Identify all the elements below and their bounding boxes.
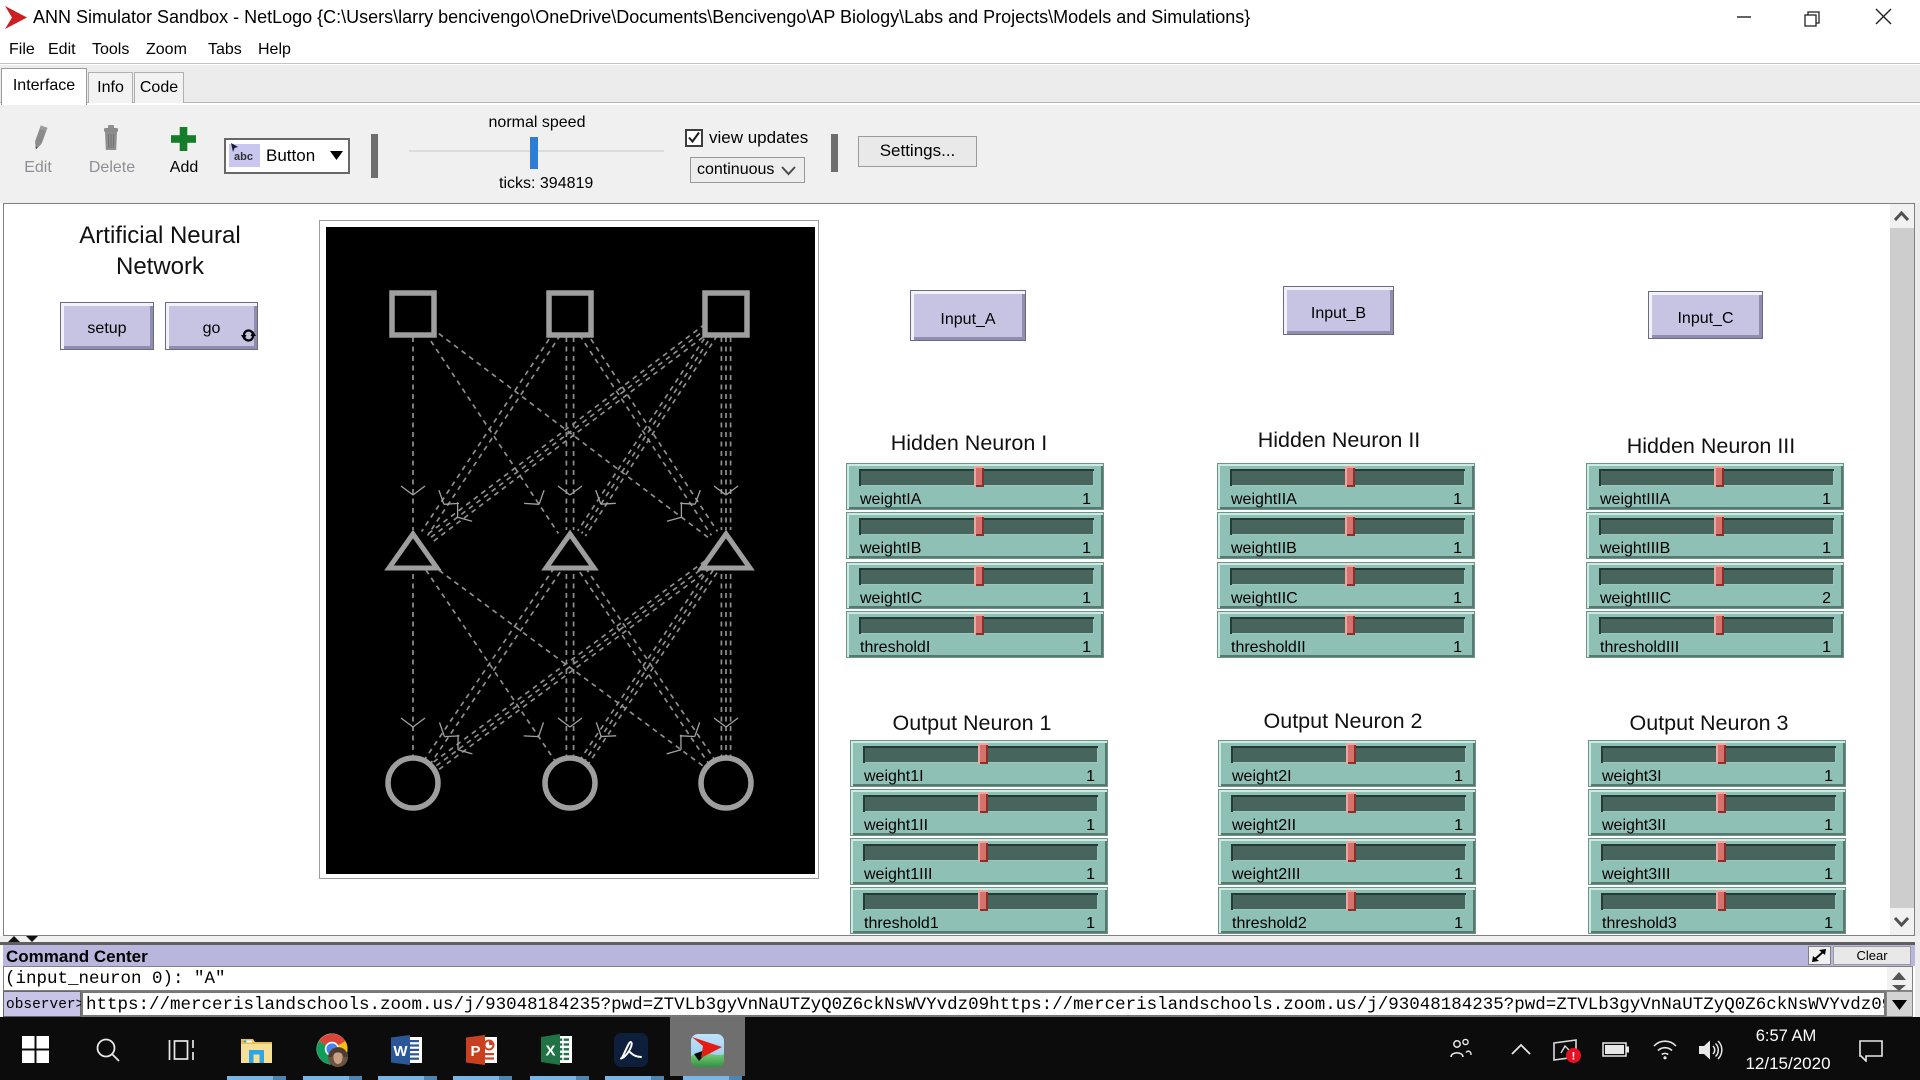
svg-text:X: X bbox=[545, 1043, 555, 1060]
svg-text:!: ! bbox=[1572, 1051, 1576, 1063]
svg-text:W: W bbox=[393, 1043, 408, 1060]
svg-text:P: P bbox=[470, 1043, 480, 1060]
